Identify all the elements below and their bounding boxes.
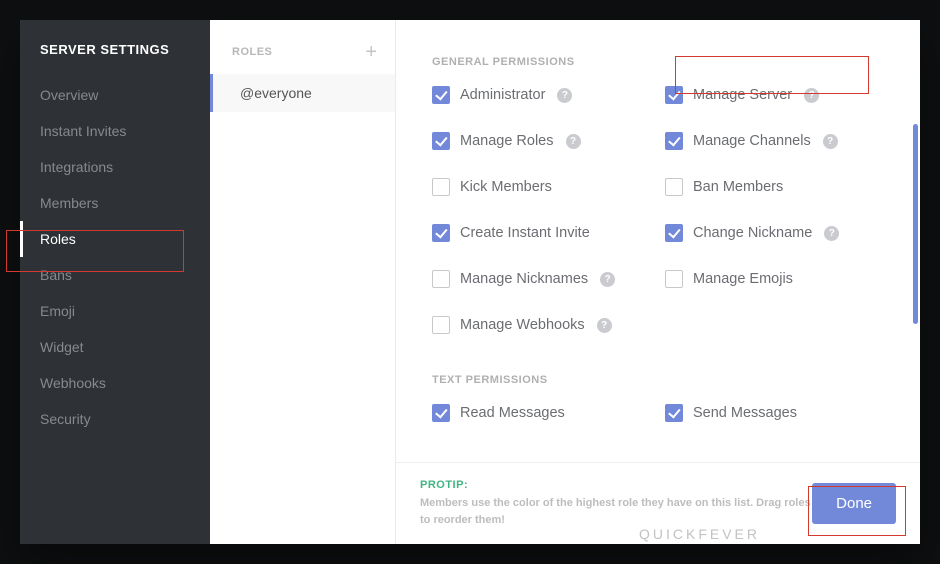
permission-checkbox[interactable] — [432, 86, 450, 104]
done-button[interactable]: Done — [812, 483, 896, 524]
permission-checkbox[interactable] — [665, 178, 683, 196]
permissions-section-title: GENERAL PERMISSIONS — [432, 56, 878, 68]
permission-item-create-instant-invite: Create Instant Invite — [432, 224, 645, 242]
permission-checkbox[interactable] — [432, 270, 450, 288]
permission-item-manage-channels: Manage Channels? — [665, 132, 878, 150]
watermark: QUICKFEVER — [639, 526, 760, 542]
protip: PROTIP: Members use the color of the hig… — [420, 477, 812, 530]
help-icon[interactable]: ? — [597, 318, 612, 333]
permission-label: Administrator — [460, 87, 545, 103]
protip-text: Members use the color of the highest rol… — [420, 497, 811, 527]
permission-item-read-messages: Read Messages — [432, 404, 645, 422]
permission-item-ban-members: Ban Members — [665, 178, 878, 196]
permission-label: Manage Channels — [693, 133, 811, 149]
permission-checkbox[interactable] — [665, 132, 683, 150]
sidebar-item-webhooks[interactable]: Webhooks — [20, 365, 210, 401]
permissions-column: GENERAL PERMISSIONSAdministrator?Manage … — [396, 20, 920, 544]
permission-item-manage-emojis: Manage Emojis — [665, 270, 878, 288]
sidebar-item-members[interactable]: Members — [20, 185, 210, 221]
permission-label: Manage Nicknames — [460, 271, 588, 287]
permission-checkbox[interactable] — [432, 316, 450, 334]
permission-checkbox[interactable] — [665, 404, 683, 422]
role-item[interactable]: @everyone — [210, 74, 395, 112]
protip-title: PROTIP: — [420, 479, 468, 491]
permission-item-manage-webhooks: Manage Webhooks? — [432, 316, 645, 334]
scrollbar-thumb[interactable] — [913, 124, 918, 324]
permissions-scroll[interactable]: GENERAL PERMISSIONSAdministrator?Manage … — [396, 20, 920, 462]
permission-item-kick-members: Kick Members — [432, 178, 645, 196]
help-icon[interactable]: ? — [824, 226, 839, 241]
permission-checkbox[interactable] — [665, 86, 683, 104]
sidebar-items: OverviewInstant InvitesIntegrationsMembe… — [20, 77, 210, 437]
roles-list: @everyone — [210, 74, 395, 112]
sidebar-item-security[interactable]: Security — [20, 401, 210, 437]
permission-item-manage-server: Manage Server? — [665, 86, 878, 104]
permission-label: Read Messages — [460, 405, 565, 421]
roles-column: ROLES + @everyone — [210, 20, 396, 544]
sidebar-item-emoji[interactable]: Emoji — [20, 293, 210, 329]
roles-header: ROLES + — [210, 20, 395, 74]
permission-label: Send Messages — [693, 405, 797, 421]
permissions-grid: Administrator?Manage Server?Manage Roles… — [432, 86, 878, 334]
help-icon[interactable]: ? — [557, 88, 572, 103]
permission-checkbox[interactable] — [432, 224, 450, 242]
permission-label: Change Nickname — [693, 225, 812, 241]
sidebar-item-integrations[interactable]: Integrations — [20, 149, 210, 185]
permission-checkbox[interactable] — [432, 178, 450, 196]
help-icon[interactable]: ? — [804, 88, 819, 103]
sidebar-item-bans[interactable]: Bans — [20, 257, 210, 293]
permission-item-change-nickname: Change Nickname? — [665, 224, 878, 242]
sidebar-item-instant-invites[interactable]: Instant Invites — [20, 113, 210, 149]
permissions-section-title: TEXT PERMISSIONS — [432, 374, 878, 386]
permission-item-manage-roles: Manage Roles? — [432, 132, 645, 150]
sidebar-title: SERVER SETTINGS — [20, 20, 210, 77]
sidebar-item-roles[interactable]: Roles — [20, 221, 210, 257]
help-icon[interactable]: ? — [566, 134, 581, 149]
roles-header-label: ROLES — [232, 46, 272, 58]
add-role-icon[interactable]: + — [365, 42, 377, 62]
permission-label: Manage Roles — [460, 133, 554, 149]
permission-checkbox[interactable] — [432, 132, 450, 150]
permission-label: Create Instant Invite — [460, 225, 590, 241]
settings-panel: SERVER SETTINGS OverviewInstant InvitesI… — [20, 20, 920, 544]
permission-item-manage-nicknames: Manage Nicknames? — [432, 270, 645, 288]
permissions-grid: Read Messages Send Messages — [432, 404, 878, 422]
help-icon[interactable]: ? — [600, 272, 615, 287]
permission-label: Ban Members — [693, 179, 783, 195]
permission-checkbox[interactable] — [432, 404, 450, 422]
sidebar: SERVER SETTINGS OverviewInstant InvitesI… — [20, 20, 210, 544]
permission-label: Manage Server — [693, 87, 792, 103]
permission-item-send-messages: Send Messages — [665, 404, 878, 422]
permission-checkbox[interactable] — [665, 224, 683, 242]
sidebar-item-widget[interactable]: Widget — [20, 329, 210, 365]
help-icon[interactable]: ? — [823, 134, 838, 149]
permission-checkbox[interactable] — [665, 270, 683, 288]
permission-label: Manage Webhooks — [460, 317, 585, 333]
sidebar-item-overview[interactable]: Overview — [20, 77, 210, 113]
permission-item-administrator: Administrator? — [432, 86, 645, 104]
permission-label: Manage Emojis — [693, 271, 793, 287]
permission-label: Kick Members — [460, 179, 552, 195]
